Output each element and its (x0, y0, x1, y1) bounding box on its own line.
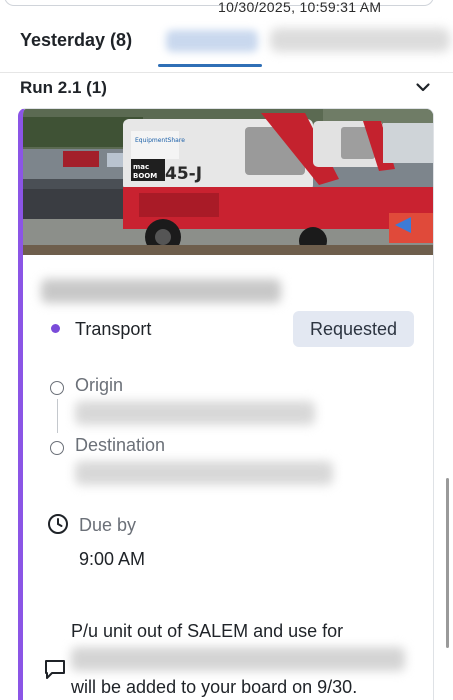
transport-card[interactable]: EquipmentShare mac BOOM 45-J Transport R… (18, 108, 434, 700)
note-line-3: will be added to your board on 9/30. (71, 677, 358, 697)
due-by-label: Due by (79, 515, 137, 535)
comment-icon[interactable] (43, 657, 67, 681)
timestamp: 10/30/2025, 10:59:31 AM (218, 0, 382, 15)
tab-redacted-active[interactable] (166, 30, 258, 52)
clock-icon (48, 514, 68, 534)
destination-label: Destination (75, 435, 166, 455)
tab-redacted[interactable] (270, 28, 450, 52)
svg-text:mac: mac (133, 163, 149, 171)
redacted-unit-name (41, 279, 281, 303)
photo-brand-text: EquipmentShare (135, 137, 185, 144)
redacted-destination-address (75, 461, 333, 485)
svg-text:BOOM: BOOM (133, 172, 157, 180)
destination-marker-icon (50, 441, 64, 455)
origin-marker-icon (50, 381, 64, 395)
photo-model-text: 45-J (165, 164, 202, 184)
redacted-note-line (71, 647, 405, 671)
tab-yesterday[interactable]: Yesterday (8) (20, 30, 132, 51)
run-group-header[interactable]: Run 2.1 (1) (0, 72, 453, 104)
due-time: 9:00 AM (79, 549, 146, 569)
origin-label: Origin (75, 375, 124, 395)
transport-row: Transport Requested (23, 309, 433, 349)
equipment-photo: EquipmentShare mac BOOM 45-J (23, 109, 433, 255)
active-tab-indicator (158, 64, 262, 67)
run-title: Run 2.1 (1) (20, 78, 107, 97)
route-connector (57, 399, 58, 433)
status-badge[interactable]: Requested (293, 311, 414, 347)
status-dot (51, 324, 60, 333)
note-line-1: P/u unit out of SALEM and use for (71, 621, 344, 641)
chevron-down-icon[interactable] (414, 78, 432, 96)
scrollbar[interactable] (446, 478, 449, 648)
day-tabs: Yesterday (8) (0, 18, 453, 68)
redacted-origin-address (75, 401, 315, 425)
transport-label: Transport (75, 319, 152, 339)
